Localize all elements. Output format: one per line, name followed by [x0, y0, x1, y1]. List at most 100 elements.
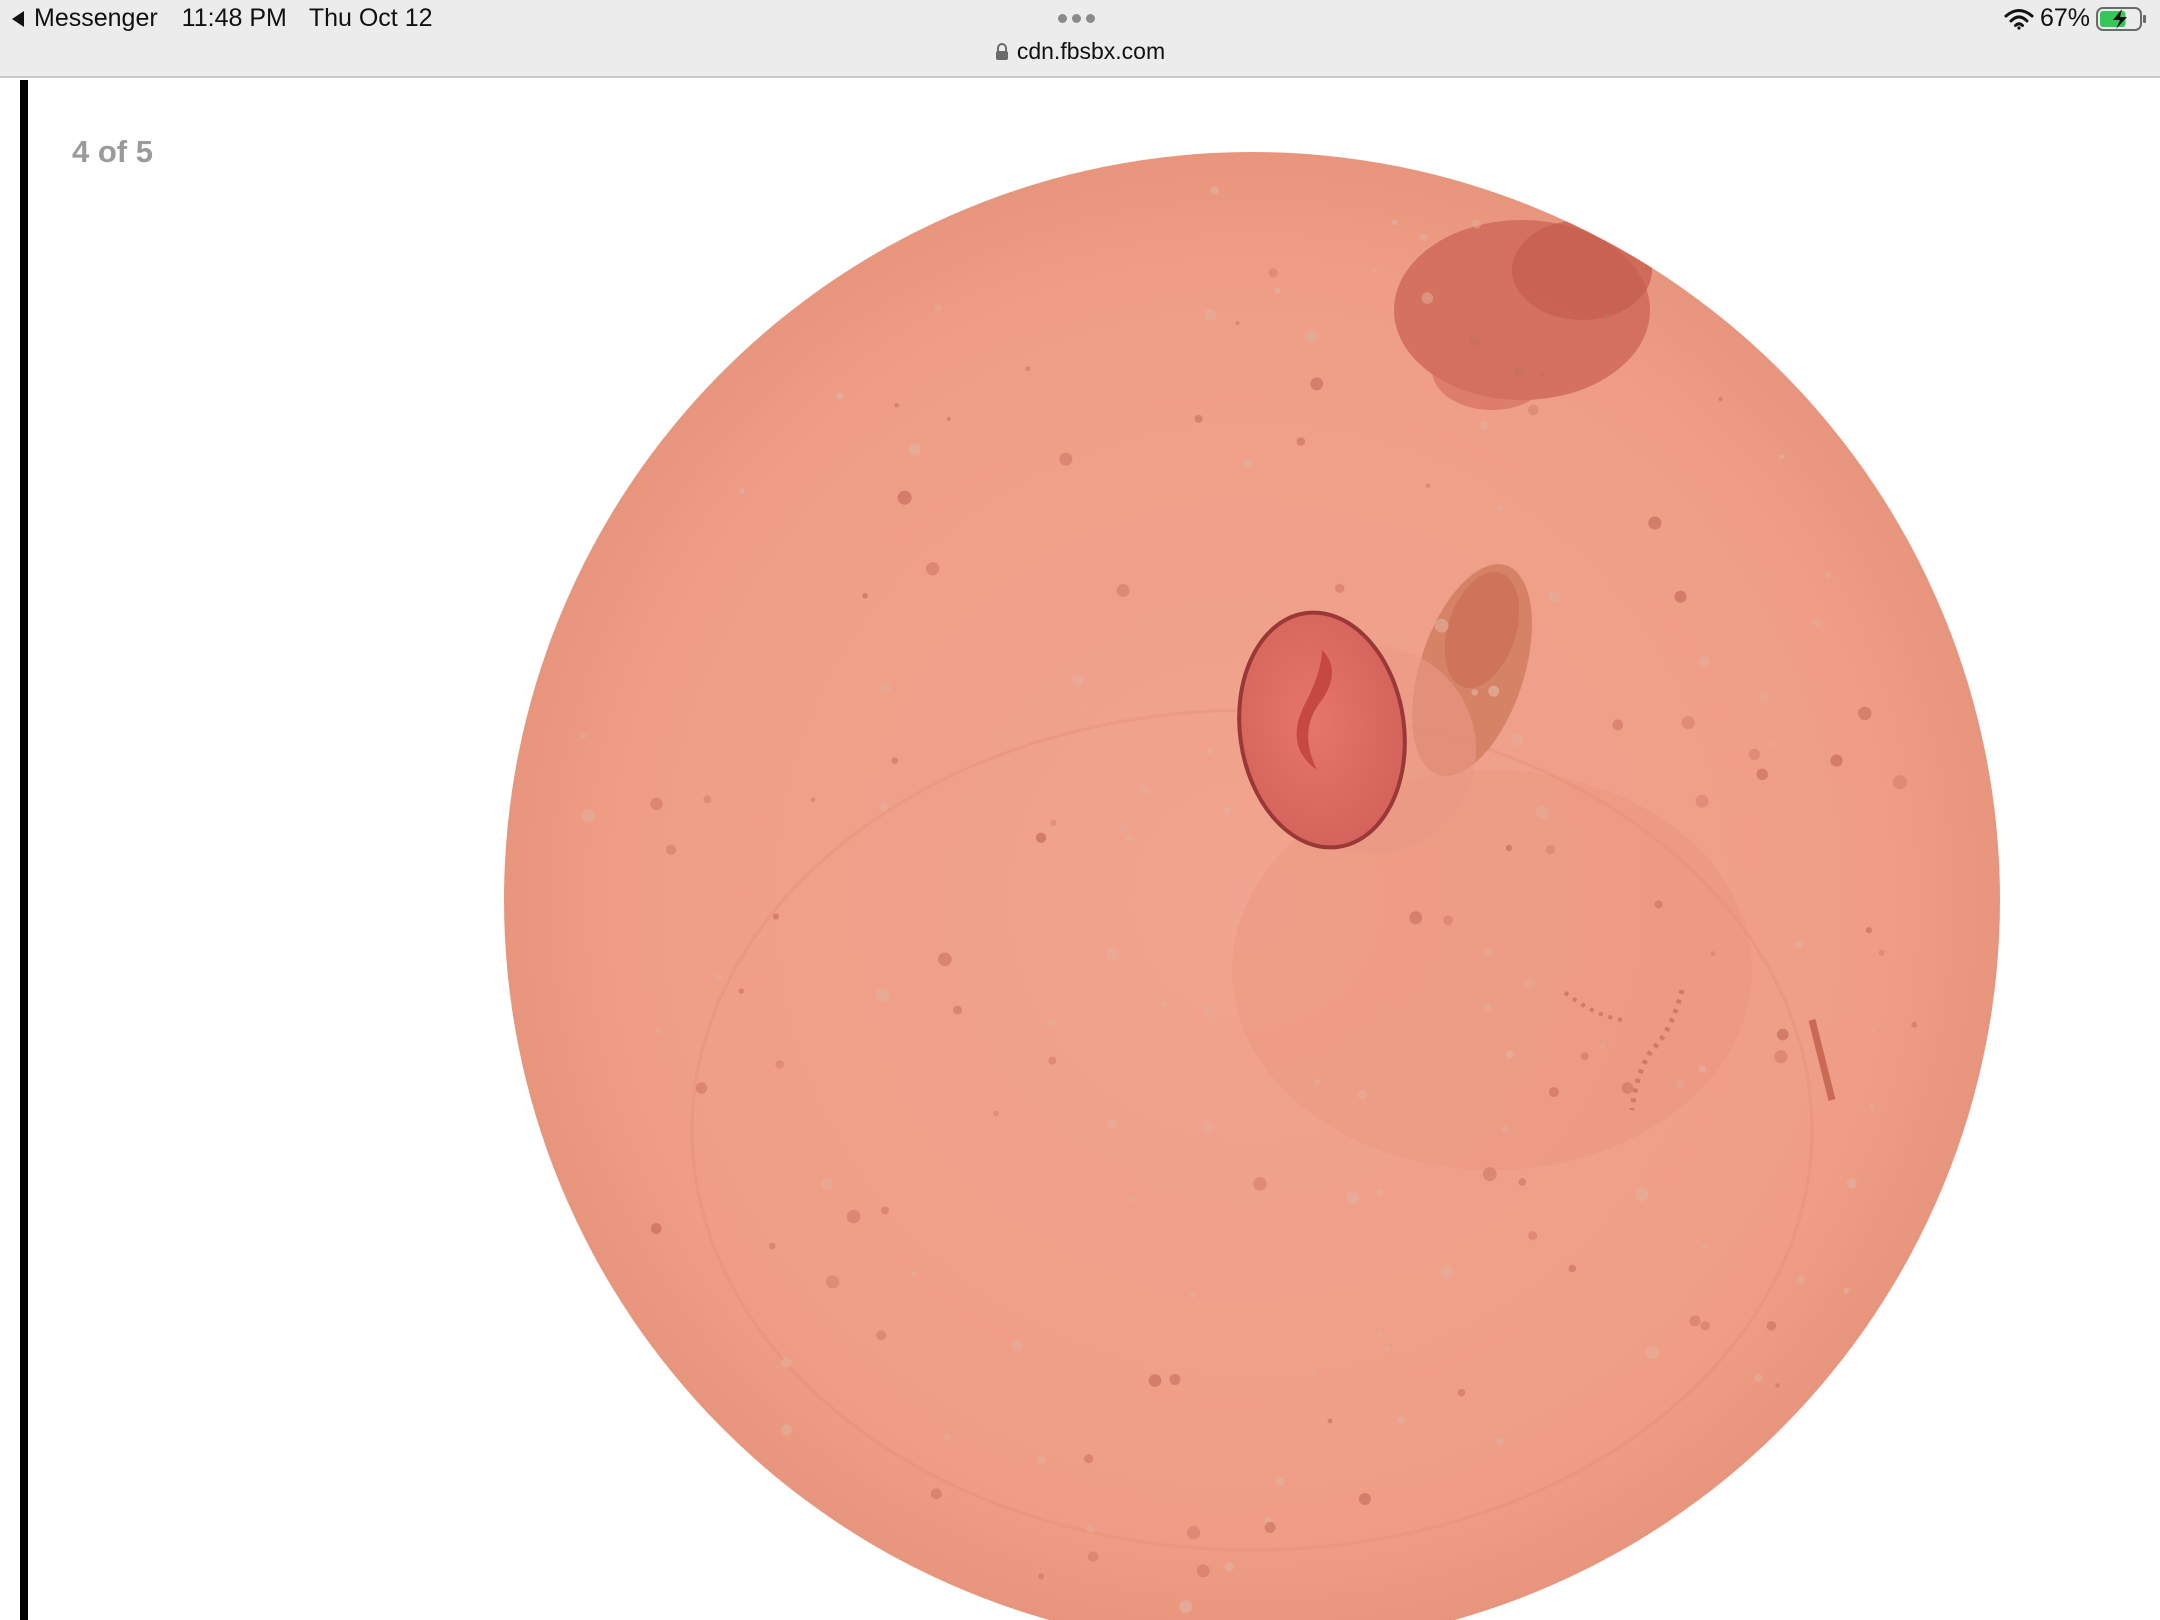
- debris-particle: [665, 844, 677, 855]
- debris-particle: [1766, 1321, 1777, 1331]
- image-viewer[interactable]: 4 of 5: [28, 80, 2160, 1620]
- debris-particle: [1471, 689, 1478, 696]
- debris-particle: [775, 1060, 785, 1069]
- debris-particle: [1310, 377, 1324, 391]
- debris-particle: [1698, 1065, 1707, 1073]
- debris-particle: [1775, 1383, 1780, 1388]
- debris-particle: [1758, 691, 1770, 703]
- debris-particle: [1169, 1374, 1181, 1385]
- dot: [1058, 14, 1067, 23]
- debris-particle: [1179, 1600, 1193, 1614]
- left-edge-bar: [20, 80, 28, 1620]
- debris-particle: [1870, 1028, 1875, 1033]
- debris-particle: [1621, 1082, 1634, 1094]
- debris-particle: [1397, 1416, 1406, 1425]
- debris-particle: [1375, 1188, 1383, 1197]
- debris-particle: [821, 1177, 834, 1191]
- dot: [1072, 14, 1081, 23]
- debris-particle: [1795, 941, 1803, 949]
- debris-particle: [1425, 483, 1431, 488]
- debris-particle: [1202, 1004, 1215, 1017]
- debris-particle: [934, 304, 942, 312]
- debris-particle: [1524, 978, 1536, 990]
- debris-particle: [993, 1110, 1000, 1117]
- debris-particle: [1484, 1003, 1492, 1011]
- debris-particle: [1858, 706, 1872, 721]
- debris-particle: [714, 973, 723, 981]
- debris-particle: [738, 988, 744, 994]
- debris-particle: [1796, 1275, 1806, 1285]
- debris-particle: [1505, 844, 1513, 852]
- status-left[interactable]: Messenger 11:48 PM Thu Oct 12: [12, 4, 433, 33]
- debris-particle: [953, 1005, 962, 1015]
- debris-particle: [1421, 292, 1434, 304]
- debris-particle: [1206, 748, 1214, 755]
- debris-particle: [769, 1242, 776, 1250]
- debris-particle: [1310, 1370, 1316, 1375]
- debris-particle: [1479, 421, 1488, 430]
- debris-particle: [879, 681, 892, 694]
- debris-particle: [1770, 741, 1775, 747]
- debris-particle: [908, 443, 921, 456]
- debris-particle: [1085, 1523, 1096, 1534]
- debris-particle: [1488, 685, 1500, 697]
- debris-particle: [1010, 1339, 1024, 1353]
- back-to-app-label[interactable]: Messenger: [34, 4, 158, 33]
- debris-particle: [1568, 1264, 1577, 1273]
- debris-particle: [650, 797, 663, 811]
- debris-particle: [1419, 233, 1428, 242]
- debris-particle: [581, 808, 595, 823]
- debris-particle: [826, 1275, 840, 1289]
- debris-particle: [1869, 1103, 1875, 1110]
- url-text[interactable]: cdn.fbsbx.com: [1017, 38, 1165, 65]
- debris-particle: [1654, 900, 1663, 909]
- back-triangle-icon[interactable]: [12, 10, 24, 27]
- debris-particle: [862, 593, 868, 599]
- debris-particle: [1701, 1244, 1707, 1250]
- debris-particle: [1346, 1191, 1360, 1205]
- debris-particle: [1718, 396, 1723, 402]
- debris-particle: [1125, 834, 1134, 843]
- more-dots-icon[interactable]: [1058, 14, 1095, 23]
- debris-particle: [1304, 329, 1318, 344]
- debris-particle: [1865, 927, 1872, 934]
- debris-particle: [1612, 719, 1624, 731]
- debris-particle: [1059, 452, 1073, 466]
- url-bar[interactable]: cdn.fbsbx.com: [0, 38, 2160, 65]
- debris-particle: [1047, 1018, 1056, 1027]
- debris-particle: [1202, 1121, 1214, 1134]
- debris-particle: [1148, 1374, 1162, 1387]
- page-counter: 4 of 5: [72, 134, 153, 169]
- debris-particle: [1518, 1178, 1526, 1186]
- debris-particle: [1911, 1021, 1918, 1028]
- debris-particle: [876, 1330, 887, 1341]
- debris-particle: [891, 757, 899, 764]
- microscope-image: [504, 152, 2000, 1620]
- debris-particle: [1038, 1573, 1045, 1580]
- debris-particle: [1528, 1231, 1538, 1241]
- debris-particle: [1235, 320, 1240, 326]
- debris-particle: [1824, 571, 1831, 578]
- debris-particle: [1204, 309, 1217, 322]
- debris-particle: [1443, 915, 1453, 926]
- debris-particle: [1129, 1196, 1136, 1203]
- debris-particle: [1699, 656, 1710, 667]
- debris-particle: [1377, 1331, 1383, 1337]
- debris-particle: [1648, 516, 1662, 530]
- debris-particle: [930, 1488, 942, 1500]
- debris-particle: [1372, 268, 1378, 274]
- debris-particle: [1830, 754, 1843, 767]
- debris-particle: [1268, 268, 1278, 278]
- debris-particle: [1253, 1177, 1267, 1191]
- debris-particle: [1107, 1118, 1118, 1129]
- debris-particle: [781, 1357, 792, 1368]
- debris-particle: [1545, 844, 1555, 855]
- debris-particle: [1500, 1125, 1510, 1135]
- debris-particle: [1878, 949, 1885, 956]
- battery-charging-icon: [2096, 6, 2146, 31]
- debris-particle: [1748, 748, 1760, 761]
- debris-particle: [1528, 404, 1539, 416]
- debris-particle: [1681, 716, 1695, 730]
- debris-particle: [1457, 1388, 1466, 1397]
- debris-particle: [772, 913, 779, 920]
